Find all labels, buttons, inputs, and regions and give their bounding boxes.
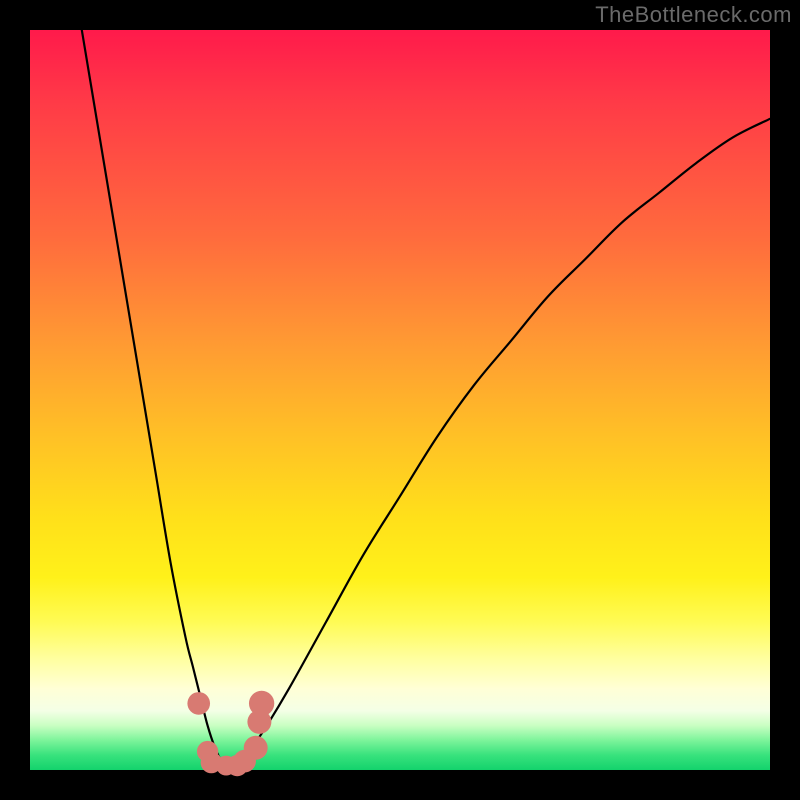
- plot-svg: [30, 30, 770, 770]
- curve-left-arm: [82, 30, 230, 770]
- data-marker: [249, 691, 274, 716]
- data-marker: [187, 692, 210, 715]
- curve-right-arm: [230, 119, 770, 770]
- watermark-text: TheBottleneck.com: [595, 2, 792, 28]
- plot-area: [30, 30, 770, 770]
- data-marker: [244, 736, 268, 760]
- marker-group: [187, 691, 274, 776]
- chart-frame: TheBottleneck.com: [0, 0, 800, 800]
